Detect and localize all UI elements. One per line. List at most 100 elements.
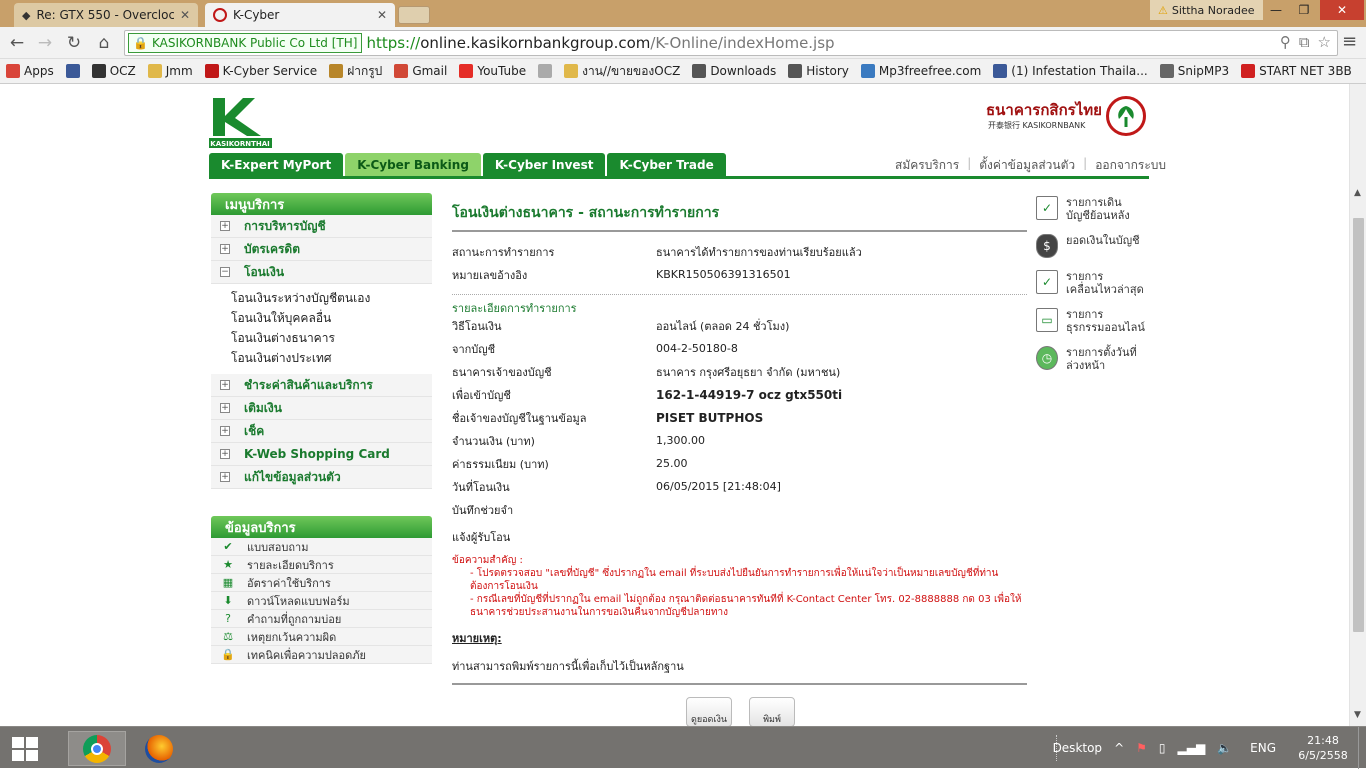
sidebar-menu-item[interactable]: + เช็ค bbox=[211, 420, 432, 443]
nav-tab-k-cyber-trade[interactable]: K-Cyber Trade bbox=[607, 153, 726, 176]
transfer-submenu-link[interactable]: โอนเงินให้บุคคลอื่น bbox=[211, 308, 432, 328]
transfer-submenu-link[interactable]: โอนเงินต่างประเทศ bbox=[211, 348, 432, 368]
sidebar-menu-item[interactable]: + K-Web Shopping Card bbox=[211, 443, 432, 466]
service-info-label[interactable]: แบบสอบถาม bbox=[247, 538, 308, 556]
reload-icon[interactable]: ↻ bbox=[62, 31, 86, 55]
desktop-toolbar-label[interactable]: Desktop bbox=[1053, 741, 1103, 755]
close-tab-icon[interactable]: ✕ bbox=[377, 8, 387, 22]
quick-link-item[interactable]: ✓ รายการ เคลื่อนไหวล่าสุด bbox=[1036, 270, 1146, 296]
quick-link-item[interactable]: ◷ รายการตั้งวันที่ ล่วงหน้า bbox=[1036, 346, 1146, 372]
service-info-item[interactable]: ? คำถามที่ถูกถามบ่อย bbox=[211, 610, 432, 628]
logout-link[interactable]: ออกจากระบบ bbox=[1095, 156, 1166, 175]
close-window-icon[interactable]: ✕ bbox=[1320, 0, 1364, 20]
register-link[interactable]: สมัครบริการ bbox=[895, 156, 959, 175]
service-info-label[interactable]: รายละเอียดบริการ bbox=[247, 556, 334, 574]
sidebar-menu-item[interactable]: + บัตรเครดิต bbox=[211, 238, 432, 261]
bookmark-item[interactable]: SnipMP3 bbox=[1159, 64, 1229, 78]
bookmark-item[interactable] bbox=[65, 64, 80, 78]
restore-icon[interactable]: ❐ bbox=[1290, 0, 1318, 20]
print-button[interactable]: พิมพ์ bbox=[749, 697, 795, 726]
translate-icon[interactable]: ⧉ bbox=[1299, 33, 1310, 51]
service-info-label[interactable]: อัตราค่าใช้บริการ bbox=[247, 574, 331, 592]
bookmark-item[interactable]: START NET 3BB bbox=[1241, 64, 1352, 78]
service-info-item[interactable]: ▦ อัตราค่าใช้บริการ bbox=[211, 574, 432, 592]
address-bar[interactable]: 🔒 KASIKORNBANK Public Co Ltd [TH] https:… bbox=[124, 30, 1338, 56]
service-info-item[interactable]: ⬇ ดาวน์โหลดแบบฟอร์ม bbox=[211, 592, 432, 610]
minimize-icon[interactable]: — bbox=[1262, 0, 1290, 20]
browser-tab-active[interactable]: K-Cyber ✕ bbox=[205, 3, 395, 27]
bookmark-item[interactable]: Gmail bbox=[394, 64, 447, 78]
bookmark-item[interactable]: OCZ bbox=[91, 64, 136, 78]
sidebar-menu-item[interactable]: + เติมเงิน bbox=[211, 397, 432, 420]
service-info-label[interactable]: คำถามที่ถูกถามบ่อย bbox=[247, 610, 341, 628]
chrome-menu-icon[interactable]: ≡ bbox=[1342, 31, 1357, 52]
scroll-up-icon[interactable]: ▲ bbox=[1354, 188, 1361, 198]
home-icon[interactable]: ⌂ bbox=[92, 31, 116, 55]
action-center-icon[interactable]: ⚑ bbox=[1136, 741, 1147, 755]
bookmark-item[interactable] bbox=[538, 64, 553, 78]
bookmark-item[interactable]: Downloads bbox=[692, 64, 776, 78]
bookmark-item[interactable]: YouTube bbox=[459, 64, 526, 78]
volume-icon[interactable]: 🔈 bbox=[1217, 741, 1232, 755]
service-info-item[interactable]: ★ รายละเอียดบริการ bbox=[211, 556, 432, 574]
bookmark-item[interactable]: Mp3freefree.com bbox=[860, 64, 981, 78]
service-info-item[interactable]: ✔ แบบสอบถาม bbox=[211, 538, 432, 556]
nav-tab-k-cyber-invest[interactable]: K-Cyber Invest bbox=[482, 153, 606, 176]
expand-icon[interactable]: + bbox=[220, 403, 230, 413]
bookmark-item[interactable]: Jmm bbox=[147, 64, 193, 78]
transfer-submenu-link[interactable]: โอนเงินระหว่างบัญชีตนเอง bbox=[211, 288, 432, 308]
bookmark-item[interactable]: Apps bbox=[6, 64, 54, 78]
sidebar-menu-item[interactable]: + แก้ไขข้อมูลส่วนตัว bbox=[211, 466, 432, 489]
close-tab-icon[interactable]: ✕ bbox=[180, 8, 190, 22]
back-arrow-icon[interactable]: ← bbox=[5, 31, 29, 55]
quick-link-item[interactable]: ▭ รายการ ธุรกรรมออนไลน์ bbox=[1036, 308, 1146, 334]
windows-start-icon[interactable] bbox=[12, 737, 38, 761]
browser-tab[interactable]: ◆ Re: GTX 550 - Overclockzo ✕ bbox=[14, 3, 198, 27]
collapse-icon[interactable]: − bbox=[220, 267, 230, 277]
tools-icon[interactable]: ⚲ bbox=[1280, 33, 1291, 51]
clock[interactable]: 21:48 6/5/2558 bbox=[1288, 733, 1358, 763]
show-desktop-button[interactable] bbox=[1358, 727, 1366, 769]
sidebar-menu-item[interactable]: + การบริหารบัญชี bbox=[211, 215, 432, 238]
scroll-thumb[interactable] bbox=[1353, 218, 1364, 632]
bookmark-item[interactable]: ฝากรูป bbox=[329, 62, 382, 81]
expand-icon[interactable]: + bbox=[220, 221, 230, 231]
firefox-taskbar-icon[interactable] bbox=[130, 731, 188, 766]
bookmark-item[interactable]: งาน//ขายของOCZ bbox=[564, 62, 680, 81]
quick-link-item[interactable]: ✓ รายการเดิน บัญชีย้อนหลัง bbox=[1036, 196, 1146, 222]
settings-link[interactable]: ตั้งค่าข้อมูลส่วนตัว bbox=[979, 156, 1075, 175]
expand-icon[interactable]: + bbox=[220, 449, 230, 459]
nav-tab-k-cyber-banking[interactable]: K-Cyber Banking bbox=[345, 153, 481, 176]
expand-icon[interactable]: + bbox=[220, 244, 230, 254]
service-info-label[interactable]: เหตุยกเว้นความผิด bbox=[247, 628, 336, 646]
chrome-taskbar-icon[interactable] bbox=[68, 731, 126, 766]
new-tab-button[interactable] bbox=[398, 6, 430, 24]
page-scrollbar[interactable]: ▲ ▼ bbox=[1349, 84, 1366, 726]
bookmark-item[interactable]: K-Cyber Service bbox=[204, 64, 317, 78]
ev-certificate-badge[interactable]: 🔒 KASIKORNBANK Public Co Ltd [TH] bbox=[128, 33, 363, 53]
expand-icon[interactable]: + bbox=[220, 426, 230, 436]
tray-overflow-icon[interactable]: ^ bbox=[1114, 741, 1124, 755]
sidebar-menu-item[interactable]: − โอนเงิน bbox=[211, 261, 432, 284]
expand-icon[interactable]: + bbox=[220, 472, 230, 482]
bookmark-item[interactable]: History bbox=[788, 64, 849, 78]
network-icon[interactable]: ▂▄▆ bbox=[1178, 741, 1206, 755]
nav-tab-k-expert-myport[interactable]: K-Expert MyPort bbox=[209, 153, 344, 176]
url-text[interactable]: https://online.kasikornbankgroup.com/K-O… bbox=[366, 34, 834, 52]
expand-icon[interactable]: + bbox=[220, 380, 230, 390]
forward-arrow-icon[interactable]: → bbox=[33, 31, 57, 55]
service-info-label[interactable]: เทคนิคเพื่อความปลอดภัย bbox=[247, 646, 366, 664]
scroll-down-icon[interactable]: ▼ bbox=[1354, 710, 1361, 720]
bookmark-item[interactable]: (1) Infestation Thaila... bbox=[993, 64, 1148, 78]
service-info-item[interactable]: ⚖ เหตุยกเว้นความผิด bbox=[211, 628, 432, 646]
view-balance-button[interactable]: ดูยอดเงิน bbox=[686, 697, 732, 726]
language-indicator[interactable]: ENG bbox=[1250, 741, 1276, 755]
user-profile-badge[interactable]: ⚠ Sittha Noradee bbox=[1150, 0, 1263, 20]
sidebar-menu-item[interactable]: + ชำระค่าสินค้าและบริการ bbox=[211, 374, 432, 397]
transfer-submenu-link[interactable]: โอนเงินต่างธนาคาร bbox=[211, 328, 432, 348]
quick-link-item[interactable]: $ ยอดเงินในบัญชี bbox=[1036, 234, 1146, 258]
battery-icon[interactable]: ▯ bbox=[1159, 741, 1166, 755]
service-info-label[interactable]: ดาวน์โหลดแบบฟอร์ม bbox=[247, 592, 350, 610]
service-info-item[interactable]: 🔒 เทคนิคเพื่อความปลอดภัย bbox=[211, 646, 432, 664]
bookmark-star-icon[interactable]: ☆ bbox=[1318, 33, 1331, 51]
